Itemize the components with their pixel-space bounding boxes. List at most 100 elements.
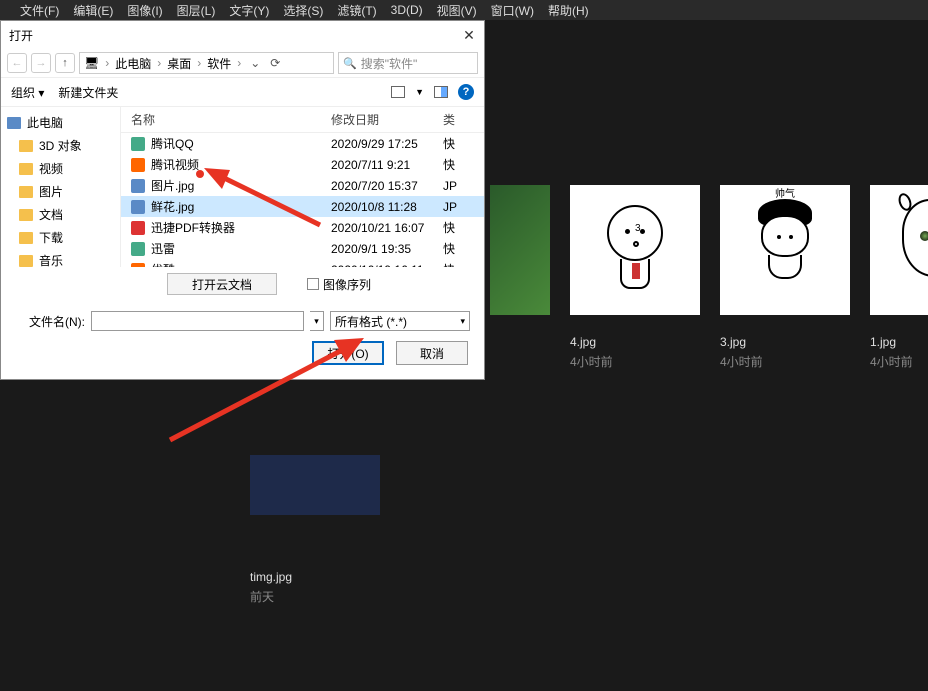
pc-icon: 🖥	[84, 56, 99, 70]
search-placeholder: 搜索"软件"	[361, 55, 418, 72]
menu-select[interactable]: 选择(S)	[283, 2, 323, 19]
thumb-time: 4小时前	[870, 353, 928, 370]
filename-input[interactable]	[91, 311, 304, 331]
nav-forward-icon[interactable]: →	[31, 53, 51, 73]
recent-thumb-4[interactable]: 3 4.jpg 4小时前	[570, 185, 700, 370]
menu-3d[interactable]: 3D(D)	[391, 3, 423, 17]
column-type[interactable]: 类	[443, 111, 484, 128]
file-icon	[131, 179, 145, 193]
recent-thumb-3[interactable]: 帅气 3.jpg 4小时前	[720, 185, 850, 370]
file-icon	[131, 200, 145, 214]
file-list-header[interactable]: 名称 修改日期 类	[121, 107, 484, 133]
file-date: 2020/7/11 9:21	[331, 158, 443, 172]
thumb-name: 4.jpg	[570, 335, 700, 349]
filename-history-dropdown[interactable]: ▾	[310, 311, 324, 331]
organize-menu[interactable]: 组织 ▾	[11, 84, 44, 101]
cancel-button[interactable]: 取消	[396, 341, 468, 365]
nav-item-music[interactable]: 音乐	[1, 249, 120, 267]
menu-layer[interactable]: 图层(L)	[177, 2, 216, 19]
view-mode-icon[interactable]	[391, 86, 405, 98]
breadcrumb-root[interactable]: 此电脑	[115, 55, 151, 72]
breadcrumb-part-1[interactable]: 软件	[207, 55, 231, 72]
search-icon: 🔍	[343, 57, 357, 70]
recent-thumb-timg[interactable]: timg.jpg 前天	[250, 420, 380, 605]
menu-window[interactable]: 窗口(W)	[491, 2, 534, 19]
file-date: 2020/10/21 16:07	[331, 221, 443, 235]
nav-up-icon[interactable]: ↑	[55, 53, 75, 73]
file-row[interactable]: 鲜花.jpg2020/10/8 11:28JP	[121, 196, 484, 217]
open-file-dialog: 打开 ✕ ← → ↑ 🖥 › 此电脑 › 桌面 › 软件 › ⌄ ⟳ 🔍 搜索"…	[0, 20, 485, 380]
file-row[interactable]: 优酷2020/10/19 16:11快	[121, 259, 484, 267]
file-icon	[131, 242, 145, 256]
dialog-title: 打开	[9, 27, 33, 44]
file-icon	[131, 221, 145, 235]
open-cloud-doc-button[interactable]: 打开云文档	[167, 273, 277, 295]
filename-label: 文件名(N):	[15, 313, 85, 330]
format-filter-select[interactable]: 所有格式 (*.*)▾	[330, 311, 470, 331]
menu-view[interactable]: 视图(V)	[437, 2, 477, 19]
close-icon[interactable]: ✕	[462, 28, 476, 42]
chevron-down-icon[interactable]: ⌄	[247, 56, 263, 70]
thumb-name: 3.jpg	[720, 335, 850, 349]
nav-item-pc[interactable]: 此电脑	[1, 111, 120, 134]
file-type: 快	[443, 156, 484, 173]
file-row[interactable]: 迅雷 2020/9/1 19:35快	[121, 238, 484, 259]
file-row[interactable]: 腾讯QQ 2020/9/29 17:25快	[121, 133, 484, 154]
column-date[interactable]: 修改日期	[331, 111, 443, 128]
file-icon	[131, 137, 145, 151]
nav-item-video[interactable]: 视频	[1, 157, 120, 180]
image-sequence-checkbox[interactable]: 图像序列	[307, 276, 371, 293]
file-date: 2020/10/8 11:28	[331, 200, 443, 214]
app-menubar: 文件(F) 编辑(E) 图像(I) 图层(L) 文字(Y) 选择(S) 滤镜(T…	[0, 0, 928, 20]
menu-image[interactable]: 图像(I)	[127, 2, 162, 19]
file-name: 迅捷PDF转换器	[151, 219, 235, 236]
file-icon	[131, 158, 145, 172]
dialog-titlebar: 打开 ✕	[1, 21, 484, 49]
file-name: 图片.jpg	[151, 177, 194, 194]
column-name[interactable]: 名称	[121, 111, 331, 128]
menu-file[interactable]: 文件(F)	[20, 2, 59, 19]
file-type: 快	[443, 240, 484, 257]
file-name: 腾讯QQ	[151, 135, 194, 152]
nav-back-icon[interactable]: ←	[7, 53, 27, 73]
thumb-time: 前天	[250, 588, 380, 605]
recent-thumb-1[interactable]: 1.jpg 4小时前	[870, 185, 928, 370]
file-row[interactable]: 腾讯视频 2020/7/11 9:21快	[121, 154, 484, 175]
menu-help[interactable]: 帮助(H)	[548, 2, 589, 19]
thumb-name: 1.jpg	[870, 335, 928, 349]
help-icon[interactable]: ?	[458, 84, 474, 100]
checkbox-icon[interactable]	[307, 278, 319, 290]
nav-item-3d[interactable]: 3D 对象	[1, 134, 120, 157]
chevron-down-icon[interactable]: ▼	[415, 87, 424, 97]
nav-item-documents[interactable]: 文档	[1, 203, 120, 226]
thumb-name: timg.jpg	[250, 570, 380, 584]
preview-pane-icon[interactable]	[434, 86, 448, 98]
dialog-toolbar: 组织 ▾ 新建文件夹 ▼ ?	[1, 77, 484, 107]
file-row[interactable]: 图片.jpg 2020/7/20 15:37JP	[121, 175, 484, 196]
navigation-pane: 此电脑 3D 对象 视频 图片 文档 下载 音乐 桌面 Win10 (C:)	[1, 107, 121, 267]
workspace: 2分钟前 5小时前 3 4.jpg 4小时前	[0, 20, 928, 691]
nav-item-pictures[interactable]: 图片	[1, 180, 120, 203]
nav-item-downloads[interactable]: 下载	[1, 226, 120, 249]
file-date: 2020/7/20 15:37	[331, 179, 443, 193]
file-type: JP	[443, 179, 484, 193]
file-name: 腾讯视频	[151, 156, 199, 173]
file-name: 迅雷	[151, 240, 175, 257]
recent-thumb-green[interactable]	[490, 185, 550, 370]
open-button[interactable]: 打开(O)	[312, 341, 384, 365]
file-date: 2020/9/1 19:35	[331, 242, 443, 256]
menu-filter[interactable]: 滤镜(T)	[337, 2, 376, 19]
dialog-address-bar: ← → ↑ 🖥 › 此电脑 › 桌面 › 软件 › ⌄ ⟳ 🔍 搜索"软件"	[1, 49, 484, 77]
file-date: 2020/9/29 17:25	[331, 137, 443, 151]
breadcrumb[interactable]: 🖥 › 此电脑 › 桌面 › 软件 › ⌄ ⟳	[79, 52, 334, 74]
menu-type[interactable]: 文字(Y)	[229, 2, 269, 19]
dialog-footer: 文件名(N): ▾ 所有格式 (*.*)▾ 打开(O) 取消	[1, 301, 484, 379]
search-input[interactable]: 🔍 搜索"软件"	[338, 52, 478, 74]
breadcrumb-part-0[interactable]: 桌面	[167, 55, 191, 72]
file-name: 鲜花.jpg	[151, 198, 194, 215]
menu-edit[interactable]: 编辑(E)	[73, 2, 113, 19]
file-row[interactable]: 迅捷PDF转换器2020/10/21 16:07快	[121, 217, 484, 238]
file-type: 快	[443, 135, 484, 152]
new-folder-button[interactable]: 新建文件夹	[58, 84, 118, 101]
refresh-icon[interactable]: ⟳	[267, 56, 283, 70]
